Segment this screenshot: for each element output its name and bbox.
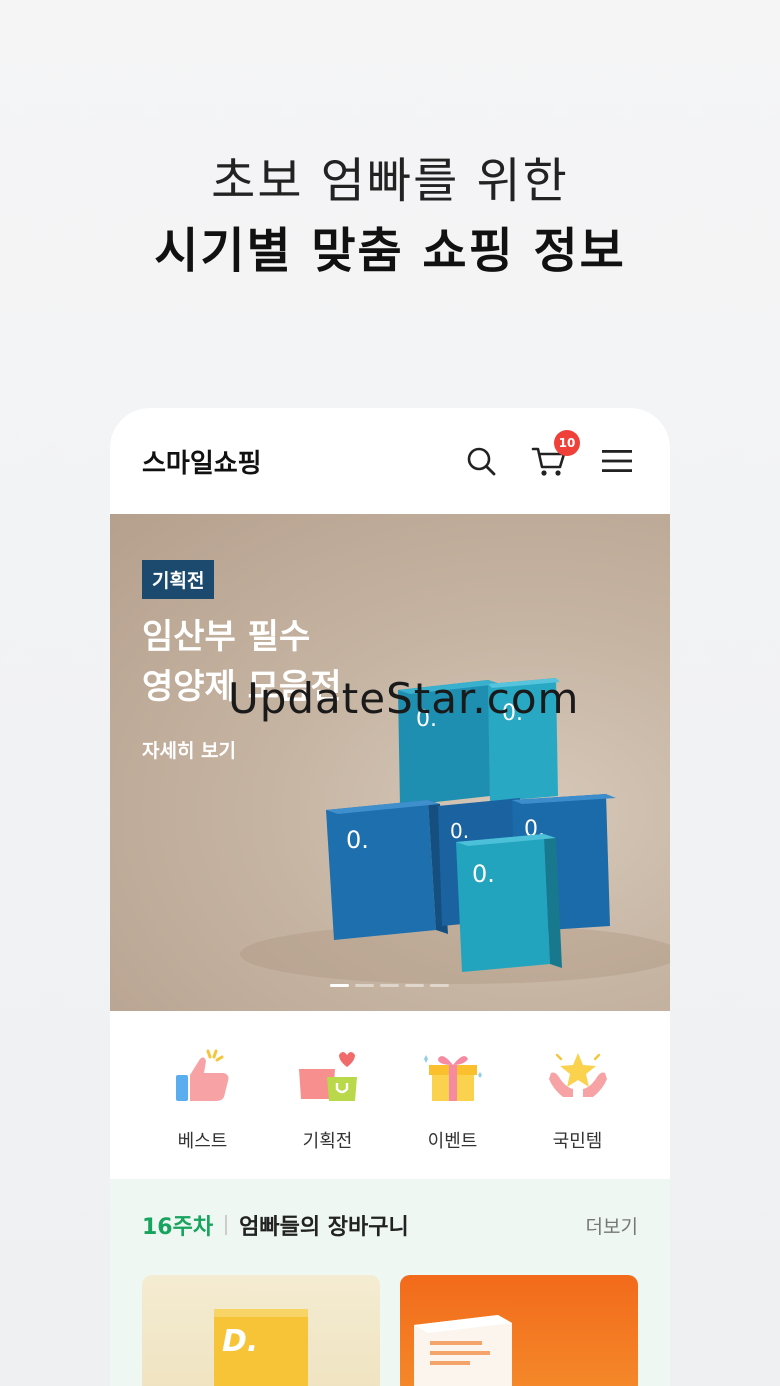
- cart-count-badge: 10: [554, 430, 580, 456]
- week-number: 16주차: [142, 1215, 214, 1240]
- svg-text:0.: 0.: [450, 819, 469, 843]
- carousel-dot[interactable]: [405, 984, 424, 987]
- category-label: 국민템: [552, 1131, 603, 1152]
- thumbs-up-icon: [175, 1049, 228, 1101]
- carousel-dot[interactable]: [330, 984, 349, 987]
- promo-headline: 초보 엄빠를 위한 시기별 맞춤 쇼핑 정보: [0, 150, 780, 286]
- headline-line-1: 초보 엄빠를 위한: [211, 153, 569, 209]
- more-link[interactable]: 더보기: [586, 1212, 638, 1239]
- weekly-header: 16주차 엄빠들의 장바구니 더보기: [142, 1209, 638, 1241]
- category-popular[interactable]: 국민템: [528, 1045, 628, 1179]
- carousel-dot[interactable]: [355, 984, 374, 987]
- product-image: D.: [214, 1309, 308, 1386]
- svg-text:0.: 0.: [472, 860, 495, 888]
- phone-screen: 스마일쇼핑 10 0. 0. 0. 0. 0. 0. 기획전 임산부 필수 영양…: [110, 408, 670, 1386]
- weekly-cart-section: 16주차 엄빠들의 장바구니 더보기 D.: [110, 1179, 670, 1386]
- category-exhibition[interactable]: 기획전: [278, 1045, 378, 1179]
- product-card[interactable]: D.: [142, 1275, 380, 1386]
- category-label: 베스트: [177, 1131, 228, 1152]
- shopping-bags-icon: [298, 1052, 357, 1101]
- banner-tag: 기획전: [142, 560, 215, 599]
- app-title: 스마일쇼핑: [142, 448, 262, 479]
- product-card[interactable]: [400, 1275, 638, 1386]
- cart-button[interactable]: 10: [530, 430, 580, 480]
- category-label: 기획전: [302, 1131, 353, 1152]
- category-event[interactable]: 이벤트: [403, 1045, 503, 1179]
- svg-text:0.: 0.: [346, 826, 369, 854]
- header-actions: 10: [462, 430, 636, 480]
- banner-detail-link[interactable]: 자세히 보기: [142, 736, 236, 763]
- divider: [225, 1215, 228, 1235]
- gift-icon: [423, 1055, 482, 1101]
- category-label: 이벤트: [427, 1131, 478, 1152]
- product-image: [414, 1315, 512, 1386]
- search-icon[interactable]: [462, 442, 500, 480]
- watermark-text: UpdateStar.com: [228, 674, 580, 723]
- product-list: D.: [142, 1275, 638, 1386]
- weekly-title: 엄빠들의 장바구니: [239, 1215, 409, 1240]
- svg-text:D.: D.: [222, 1324, 258, 1359]
- app-header: 스마일쇼핑 10: [110, 408, 670, 514]
- carousel-dot[interactable]: [380, 984, 399, 987]
- star-hands-icon: [548, 1053, 607, 1097]
- carousel-indicator: [330, 984, 449, 987]
- carousel-dot[interactable]: [430, 984, 449, 987]
- category-menu: 베스트 기획전 이벤트 국민템: [110, 1011, 670, 1179]
- headline-line-2: 시기별 맞춤 쇼핑 정보: [154, 223, 626, 279]
- category-best[interactable]: 베스트: [153, 1045, 253, 1179]
- menu-icon[interactable]: [598, 442, 636, 480]
- promo-banner[interactable]: 0. 0. 0. 0. 0. 0. 기획전 임산부 필수 영양제 모음전 자세히…: [110, 514, 670, 1011]
